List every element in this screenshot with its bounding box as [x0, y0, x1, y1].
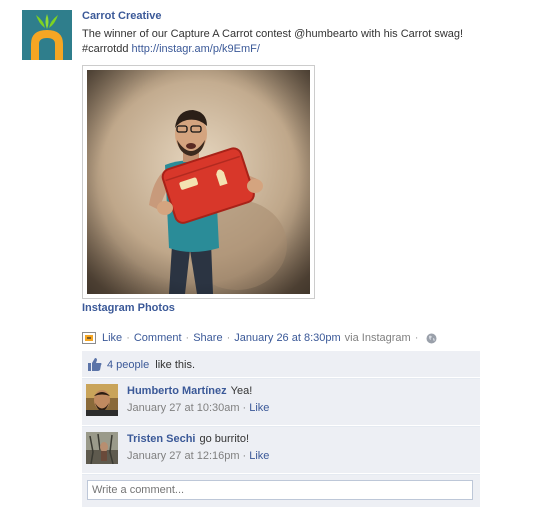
comment-text: go burrito! [199, 433, 250, 445]
comment-author-link[interactable]: Humberto Martínez [127, 385, 227, 397]
comment-body: Humberto Martínez Yea! [127, 385, 252, 397]
post-photo[interactable] [82, 65, 315, 299]
like-button[interactable]: Like [102, 332, 122, 344]
globe-icon [426, 333, 437, 343]
comments-panel: 4 people like this. Humberto Martínez Yea… [82, 351, 480, 508]
likes-count-link[interactable]: 4 people [107, 359, 149, 371]
commenter-avatar[interactable] [86, 384, 118, 416]
thumbs-up-icon [88, 358, 102, 371]
post-author-link[interactable]: Carrot Creative [82, 10, 161, 22]
comment-text: Yea! [230, 385, 253, 397]
likes-summary: 4 people like this. [82, 351, 480, 378]
share-button[interactable]: Share [193, 332, 222, 344]
comment-timestamp: January 27 at 12:16pm [127, 450, 240, 462]
post-timestamp[interactable]: January 26 at 8:30pm [234, 332, 340, 344]
share-icon [82, 332, 96, 344]
separator: · [226, 332, 231, 344]
post-action-bar: Like · Comment · Share · January 26 at 8… [82, 331, 437, 345]
comment-input[interactable] [87, 480, 473, 500]
comment-like-button[interactable]: Like [249, 402, 269, 414]
separator: · [414, 332, 419, 344]
album-link[interactable]: Instagram Photos [82, 302, 175, 314]
commenter-avatar[interactable] [86, 432, 118, 464]
separator: · [126, 332, 130, 344]
separator: · [242, 450, 247, 462]
comment-timestamp: January 27 at 10:30am [127, 402, 240, 414]
photo-image [87, 70, 310, 294]
likes-suffix: like this. [155, 359, 196, 371]
comment-author-link[interactable]: Tristen Sechi [127, 433, 195, 445]
comment-item: Tristen Sechi go burrito! January 27 at 1… [82, 426, 480, 474]
comment-body: Tristen Sechi go burrito! [127, 433, 249, 445]
post-source: via Instagram [344, 332, 411, 344]
avatar-image [86, 432, 118, 464]
comment-button[interactable]: Comment [134, 332, 182, 344]
post-external-link[interactable]: http://instagr.am/p/k9EmF/ [132, 43, 260, 55]
likes-text: 4 people like this. [107, 359, 195, 371]
comment-meta: January 27 at 12:16pm · Like [127, 450, 269, 462]
page-avatar[interactable] [22, 10, 72, 60]
separator: · [242, 402, 247, 414]
comment-meta: January 27 at 10:30am · Like [127, 402, 269, 414]
carrot-logo-icon [22, 10, 72, 60]
separator: · [185, 332, 190, 344]
post-message: The winner of our Capture A Carrot conte… [82, 27, 482, 57]
avatar-image [86, 384, 118, 416]
comment-item: Humberto Martínez Yea! January 27 at 10:3… [82, 378, 480, 426]
comment-like-button[interactable]: Like [249, 450, 269, 462]
